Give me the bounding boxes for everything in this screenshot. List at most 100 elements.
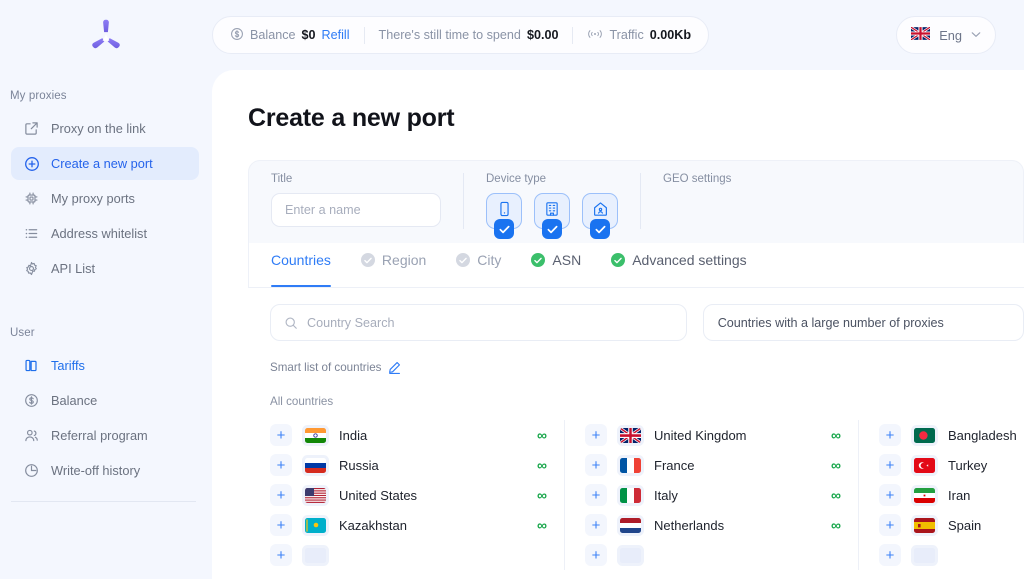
spend-label: There's still time to spend bbox=[378, 28, 521, 42]
country-row-partial[interactable]: + bbox=[270, 540, 546, 570]
traffic-stat: Traffic 0.00Kb bbox=[573, 28, 691, 43]
search-row: Countries with a large number of proxies bbox=[248, 288, 1024, 341]
countries-column-2: + United Kingdom ∞ + France ∞ + Italy ∞ … bbox=[564, 420, 858, 570]
country-name: United Kingdom bbox=[654, 427, 747, 443]
country-row[interactable]: + Iran bbox=[879, 480, 1024, 510]
add-country-button[interactable]: + bbox=[585, 544, 607, 566]
add-country-button[interactable]: + bbox=[585, 514, 607, 536]
logo[interactable] bbox=[0, 0, 212, 70]
country-row[interactable]: + Bangladesh bbox=[879, 420, 1024, 450]
tab-city[interactable]: City bbox=[456, 243, 501, 287]
country-search-box[interactable] bbox=[270, 304, 687, 341]
add-country-button[interactable]: + bbox=[879, 514, 901, 536]
sidebar-item-my-proxy-ports[interactable]: My proxy ports bbox=[11, 182, 199, 215]
country-row[interactable]: + Kazakhstan ∞ bbox=[270, 510, 547, 540]
country-row-partial[interactable]: + bbox=[879, 540, 1024, 570]
sidebar-item-balance[interactable]: Balance bbox=[11, 384, 199, 417]
main-area: Balance $0 Refill There's still time to … bbox=[212, 0, 1024, 579]
sidebar-item-referral-program[interactable]: Referral program bbox=[11, 419, 199, 452]
language-selector[interactable]: Eng bbox=[896, 16, 996, 54]
country-name: Russia bbox=[339, 457, 379, 473]
flag-ir-icon bbox=[914, 487, 935, 503]
sidebar: My proxies Proxy on the link Create a ne… bbox=[0, 0, 212, 579]
flag-ru-icon bbox=[305, 457, 326, 473]
country-name: Italy bbox=[654, 487, 678, 503]
filter-value: Countries with a large number of proxies bbox=[717, 315, 944, 330]
tab-advanced-settings[interactable]: Advanced settings bbox=[611, 243, 747, 287]
device-option-mobile[interactable] bbox=[486, 193, 522, 239]
country-row[interactable]: + United Kingdom ∞ bbox=[585, 420, 841, 450]
sidebar-item-write-off-history[interactable]: Write-off history bbox=[11, 454, 199, 487]
topbar: Balance $0 Refill There's still time to … bbox=[212, 0, 1024, 70]
sidebar-item-tariffs[interactable]: Tariffs bbox=[11, 349, 199, 382]
flag-it-icon bbox=[620, 487, 641, 503]
sidebar-item-label: Write-off history bbox=[51, 463, 141, 478]
country-row[interactable]: + Netherlands ∞ bbox=[585, 510, 841, 540]
proxy-count-filter[interactable]: Countries with a large number of proxies bbox=[702, 304, 1024, 341]
countries-column-3: + Bangladesh + Turkey + Iran + Spain + bbox=[858, 420, 1024, 570]
country-row[interactable]: + Italy ∞ bbox=[585, 480, 841, 510]
add-country-button[interactable]: + bbox=[270, 454, 292, 476]
add-country-button[interactable]: + bbox=[879, 484, 901, 506]
app-root: My proxies Proxy on the link Create a ne… bbox=[0, 0, 1024, 579]
country-name: France bbox=[654, 457, 695, 473]
balance-label: Balance bbox=[250, 28, 296, 42]
device-option-residential[interactable] bbox=[582, 193, 618, 239]
device-option-datacenter[interactable] bbox=[534, 193, 570, 239]
flag-partial-icon bbox=[305, 547, 326, 563]
smart-list-row: Smart list of countries bbox=[248, 341, 1024, 374]
country-row[interactable]: + Russia ∞ bbox=[270, 450, 547, 480]
signal-icon bbox=[587, 28, 603, 43]
sidebar-item-api-list[interactable]: API List bbox=[11, 252, 199, 285]
geo-settings-column: GEO settings bbox=[640, 173, 1023, 229]
sidebar-item-label: Referral program bbox=[51, 428, 148, 443]
add-country-button[interactable]: + bbox=[879, 544, 901, 566]
add-country-button[interactable]: + bbox=[585, 484, 607, 506]
pencil-icon[interactable] bbox=[388, 361, 401, 374]
proxy-count: ∞ bbox=[831, 517, 841, 533]
add-country-button[interactable]: + bbox=[270, 424, 292, 446]
port-config-strip: Title Device type bbox=[248, 160, 1024, 243]
country-name: Kazakhstan bbox=[339, 517, 407, 533]
language-label: Eng bbox=[939, 27, 962, 43]
country-row[interactable]: + Turkey bbox=[879, 450, 1024, 480]
flag-bd-icon bbox=[914, 427, 935, 443]
sidebar-item-address-whitelist[interactable]: Address whitelist bbox=[11, 217, 199, 250]
sidebar-group-proxies: My proxies Proxy on the link Create a ne… bbox=[0, 90, 212, 285]
geo-tabs: Countries Region City ASN Advanced setti… bbox=[248, 243, 1024, 288]
country-row[interactable]: + India ∞ bbox=[270, 420, 547, 450]
country-row[interactable]: + Spain bbox=[879, 510, 1024, 540]
device-checkbox-mobile[interactable] bbox=[494, 219, 514, 239]
add-country-button[interactable]: + bbox=[879, 454, 901, 476]
country-search-input[interactable] bbox=[307, 315, 686, 330]
sidebar-item-proxy-on-the-link[interactable]: Proxy on the link bbox=[11, 112, 199, 145]
add-country-button[interactable]: + bbox=[879, 424, 901, 446]
sidebar-item-label: Tariffs bbox=[51, 358, 85, 373]
country-row[interactable]: + United States ∞ bbox=[270, 480, 547, 510]
title-input[interactable] bbox=[271, 193, 441, 227]
sidebar-item-create-a-new-port[interactable]: Create a new port bbox=[11, 147, 199, 180]
proxy-count: ∞ bbox=[831, 487, 841, 503]
tab-countries[interactable]: Countries bbox=[271, 243, 331, 287]
flag-es-icon bbox=[914, 517, 935, 533]
proxy-count: ∞ bbox=[537, 427, 547, 443]
add-country-button[interactable]: + bbox=[270, 544, 292, 566]
tab-asn[interactable]: ASN bbox=[531, 243, 581, 287]
country-row-partial[interactable]: + bbox=[585, 540, 840, 570]
country-row[interactable]: + France ∞ bbox=[585, 450, 841, 480]
add-country-button[interactable]: + bbox=[270, 514, 292, 536]
device-checkbox-residential[interactable] bbox=[590, 219, 610, 239]
add-country-button[interactable]: + bbox=[585, 424, 607, 446]
device-checkbox-datacenter[interactable] bbox=[542, 219, 562, 239]
flag-gb-icon bbox=[620, 427, 641, 443]
title-label: Title bbox=[271, 173, 293, 185]
add-country-button[interactable]: + bbox=[585, 454, 607, 476]
country-name: Turkey bbox=[948, 457, 988, 473]
tariffs-icon bbox=[23, 357, 40, 374]
tab-region[interactable]: Region bbox=[360, 243, 426, 287]
plus-circle-icon bbox=[23, 155, 40, 172]
device-type-column: Device type bbox=[463, 173, 640, 239]
uk-flag-icon bbox=[910, 26, 931, 43]
add-country-button[interactable]: + bbox=[270, 484, 292, 506]
refill-link[interactable]: Refill bbox=[322, 28, 350, 42]
